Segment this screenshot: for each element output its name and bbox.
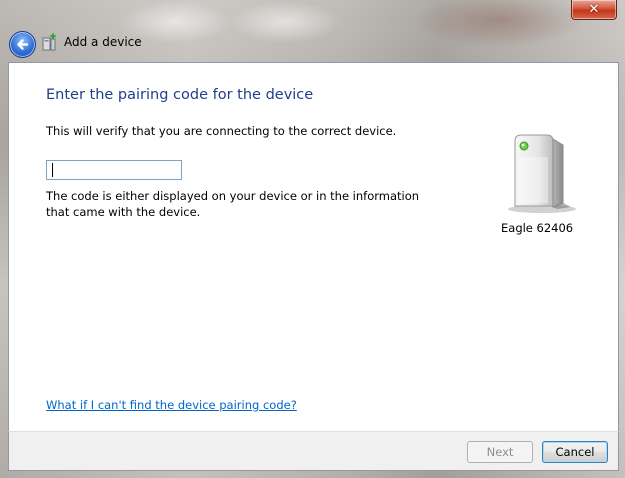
content-panel: Enter the pairing code for the device Th…: [8, 62, 619, 433]
footer-bar: Next Cancel: [8, 431, 619, 471]
page-title: Enter the pairing code for the device: [46, 87, 314, 103]
cancel-button[interactable]: Cancel: [542, 441, 608, 463]
close-button[interactable]: ✕: [571, 0, 617, 20]
device-name: Eagle 62406: [501, 221, 574, 235]
next-button[interactable]: Next: [467, 441, 533, 463]
close-icon: ✕: [588, 2, 600, 17]
instruction-text: This will verify that you are connecting…: [46, 124, 397, 138]
text-cursor: [52, 163, 53, 177]
help-link[interactable]: What if I can't find the device pairing …: [46, 398, 297, 412]
window-title-area: Add a device: [42, 33, 142, 51]
window-title: Add a device: [64, 35, 142, 49]
add-device-icon: [42, 33, 56, 51]
window-frame: ✕ Add a device Enter the pairing code fo…: [0, 0, 625, 478]
back-button[interactable]: [9, 31, 36, 58]
code-help-text: The code is either displayed on your dev…: [46, 189, 420, 219]
device-tower-icon: [508, 134, 576, 213]
pairing-code-input[interactable]: [46, 160, 182, 180]
back-arrow-icon: [17, 39, 29, 50]
